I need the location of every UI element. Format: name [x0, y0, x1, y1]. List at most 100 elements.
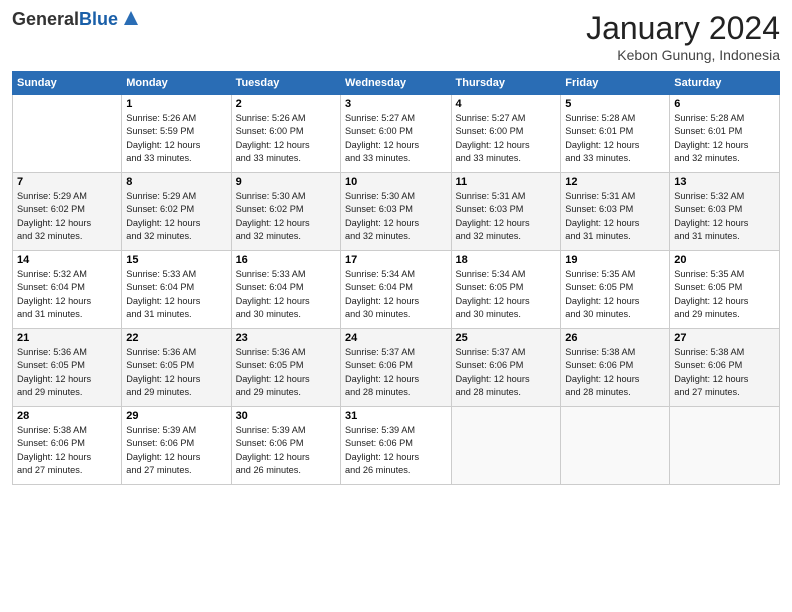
day-info: Sunrise: 5:35 AMSunset: 6:05 PMDaylight:…	[565, 268, 665, 321]
day-number: 26	[565, 332, 665, 344]
day-number: 16	[236, 254, 336, 266]
day-info: Sunrise: 5:28 AMSunset: 6:01 PMDaylight:…	[674, 112, 775, 165]
day-number: 17	[345, 254, 446, 266]
title-area: January 2024 Kebon Gunung, Indonesia	[586, 10, 780, 63]
day-cell: 30 Sunrise: 5:39 AMSunset: 6:06 PMDayligh…	[231, 407, 340, 485]
day-number: 6	[674, 98, 775, 110]
day-cell	[670, 407, 780, 485]
day-cell: 31Sunrise: 5:39 AMSunset: 6:06 PMDayligh…	[341, 407, 451, 485]
weekday-header-wednesday: Wednesday	[341, 72, 451, 95]
week-row-3: 14 Sunrise: 5:32 AMSunset: 6:04 PMDayligh…	[13, 251, 780, 329]
day-number: 20	[674, 254, 775, 266]
week-row-5: 28Sunrise: 5:38 AMSunset: 6:06 PMDayligh…	[13, 407, 780, 485]
weekday-header-sunday: Sunday	[13, 72, 122, 95]
day-cell: 2 Sunrise: 5:26 AMSunset: 6:00 PMDaylight…	[231, 95, 340, 173]
day-number: 21	[17, 332, 117, 344]
logo: GeneralBlue	[12, 10, 142, 30]
day-info: Sunrise: 5:27 AMSunset: 6:00 PMDaylight:…	[345, 112, 446, 165]
day-number: 25	[456, 332, 557, 344]
day-cell: 3 Sunrise: 5:27 AMSunset: 6:00 PMDaylight…	[341, 95, 451, 173]
day-info: Sunrise: 5:36 AMSunset: 6:05 PMDaylight:…	[126, 346, 226, 399]
day-info: Sunrise: 5:38 AMSunset: 6:06 PMDaylight:…	[17, 424, 117, 477]
day-cell: 18 Sunrise: 5:34 AMSunset: 6:05 PMDayligh…	[451, 251, 561, 329]
day-cell: 22 Sunrise: 5:36 AMSunset: 6:05 PMDayligh…	[122, 329, 231, 407]
day-info: Sunrise: 5:26 AMSunset: 6:00 PMDaylight:…	[236, 112, 336, 165]
day-number: 2	[236, 98, 336, 110]
day-info: Sunrise: 5:34 AMSunset: 6:05 PMDaylight:…	[456, 268, 557, 321]
day-number: 15	[126, 254, 226, 266]
day-info: Sunrise: 5:32 AMSunset: 6:03 PMDaylight:…	[674, 190, 775, 243]
weekday-header-row: SundayMondayTuesdayWednesdayThursdayFrid…	[13, 72, 780, 95]
day-cell: 17 Sunrise: 5:34 AMSunset: 6:04 PMDayligh…	[341, 251, 451, 329]
day-cell: 5 Sunrise: 5:28 AMSunset: 6:01 PMDaylight…	[561, 95, 670, 173]
day-info: Sunrise: 5:36 AMSunset: 6:05 PMDaylight:…	[17, 346, 117, 399]
day-cell: 11 Sunrise: 5:31 AMSunset: 6:03 PMDayligh…	[451, 173, 561, 251]
day-cell	[13, 95, 122, 173]
day-info: Sunrise: 5:27 AMSunset: 6:00 PMDaylight:…	[456, 112, 557, 165]
day-info: Sunrise: 5:39 AMSunset: 6:06 PMDaylight:…	[345, 424, 446, 477]
day-number: 24	[345, 332, 446, 344]
day-cell: 16 Sunrise: 5:33 AMSunset: 6:04 PMDayligh…	[231, 251, 340, 329]
day-info: Sunrise: 5:35 AMSunset: 6:05 PMDaylight:…	[674, 268, 775, 321]
day-info: Sunrise: 5:36 AMSunset: 6:05 PMDaylight:…	[236, 346, 336, 399]
day-cell: 7 Sunrise: 5:29 AMSunset: 6:02 PMDaylight…	[13, 173, 122, 251]
day-number: 5	[565, 98, 665, 110]
day-number: 3	[345, 98, 446, 110]
calendar-table: SundayMondayTuesdayWednesdayThursdayFrid…	[12, 71, 780, 485]
day-number: 22	[126, 332, 226, 344]
day-number: 23	[236, 332, 336, 344]
day-cell: 24 Sunrise: 5:37 AMSunset: 6:06 PMDayligh…	[341, 329, 451, 407]
day-number: 19	[565, 254, 665, 266]
weekday-header-monday: Monday	[122, 72, 231, 95]
day-info: Sunrise: 5:38 AMSunset: 6:06 PMDaylight:…	[674, 346, 775, 399]
day-cell: 19 Sunrise: 5:35 AMSunset: 6:05 PMDayligh…	[561, 251, 670, 329]
day-info: Sunrise: 5:33 AMSunset: 6:04 PMDaylight:…	[236, 268, 336, 321]
day-info: Sunrise: 5:38 AMSunset: 6:06 PMDaylight:…	[565, 346, 665, 399]
day-info: Sunrise: 5:28 AMSunset: 6:01 PMDaylight:…	[565, 112, 665, 165]
weekday-header-friday: Friday	[561, 72, 670, 95]
logo-general-text: General	[12, 9, 79, 29]
day-cell: 29 Sunrise: 5:39 AMSunset: 6:06 PMDayligh…	[122, 407, 231, 485]
day-number: 8	[126, 176, 226, 188]
day-number: 30	[236, 410, 336, 422]
day-number: 18	[456, 254, 557, 266]
day-number: 4	[456, 98, 557, 110]
day-info: Sunrise: 5:37 AMSunset: 6:06 PMDaylight:…	[456, 346, 557, 399]
day-cell: 28Sunrise: 5:38 AMSunset: 6:06 PMDayligh…	[13, 407, 122, 485]
day-info: Sunrise: 5:39 AMSunset: 6:06 PMDaylight:…	[236, 424, 336, 477]
day-number: 11	[456, 176, 557, 188]
day-cell: 6 Sunrise: 5:28 AMSunset: 6:01 PMDaylight…	[670, 95, 780, 173]
logo-icon	[120, 7, 142, 29]
day-cell: 23 Sunrise: 5:36 AMSunset: 6:05 PMDayligh…	[231, 329, 340, 407]
weekday-header-tuesday: Tuesday	[231, 72, 340, 95]
day-number: 14	[17, 254, 117, 266]
day-info: Sunrise: 5:30 AMSunset: 6:02 PMDaylight:…	[236, 190, 336, 243]
calendar-page: GeneralBlue January 2024 Kebon Gunung, I…	[0, 0, 792, 612]
day-number: 12	[565, 176, 665, 188]
week-row-2: 7 Sunrise: 5:29 AMSunset: 6:02 PMDaylight…	[13, 173, 780, 251]
day-info: Sunrise: 5:32 AMSunset: 6:04 PMDaylight:…	[17, 268, 117, 321]
day-info: Sunrise: 5:31 AMSunset: 6:03 PMDaylight:…	[456, 190, 557, 243]
week-row-1: 1Sunrise: 5:26 AMSunset: 5:59 PMDaylight…	[13, 95, 780, 173]
weekday-header-thursday: Thursday	[451, 72, 561, 95]
day-cell	[561, 407, 670, 485]
day-cell: 9Sunrise: 5:30 AMSunset: 6:02 PMDaylight…	[231, 173, 340, 251]
day-info: Sunrise: 5:33 AMSunset: 6:04 PMDaylight:…	[126, 268, 226, 321]
day-cell: 21 Sunrise: 5:36 AMSunset: 6:05 PMDayligh…	[13, 329, 122, 407]
day-number: 7	[17, 176, 117, 188]
location: Kebon Gunung, Indonesia	[586, 47, 780, 63]
week-row-4: 21 Sunrise: 5:36 AMSunset: 6:05 PMDayligh…	[13, 329, 780, 407]
day-info: Sunrise: 5:29 AMSunset: 6:02 PMDaylight:…	[126, 190, 226, 243]
day-info: Sunrise: 5:34 AMSunset: 6:04 PMDaylight:…	[345, 268, 446, 321]
day-number: 1	[126, 98, 226, 110]
day-cell: 8 Sunrise: 5:29 AMSunset: 6:02 PMDaylight…	[122, 173, 231, 251]
day-number: 13	[674, 176, 775, 188]
day-info: Sunrise: 5:37 AMSunset: 6:06 PMDaylight:…	[345, 346, 446, 399]
day-info: Sunrise: 5:39 AMSunset: 6:06 PMDaylight:…	[126, 424, 226, 477]
day-number: 27	[674, 332, 775, 344]
day-cell: 15 Sunrise: 5:33 AMSunset: 6:04 PMDayligh…	[122, 251, 231, 329]
day-cell: 14 Sunrise: 5:32 AMSunset: 6:04 PMDayligh…	[13, 251, 122, 329]
day-cell: 10Sunrise: 5:30 AMSunset: 6:03 PMDayligh…	[341, 173, 451, 251]
day-info: Sunrise: 5:29 AMSunset: 6:02 PMDaylight:…	[17, 190, 117, 243]
day-number: 29	[126, 410, 226, 422]
